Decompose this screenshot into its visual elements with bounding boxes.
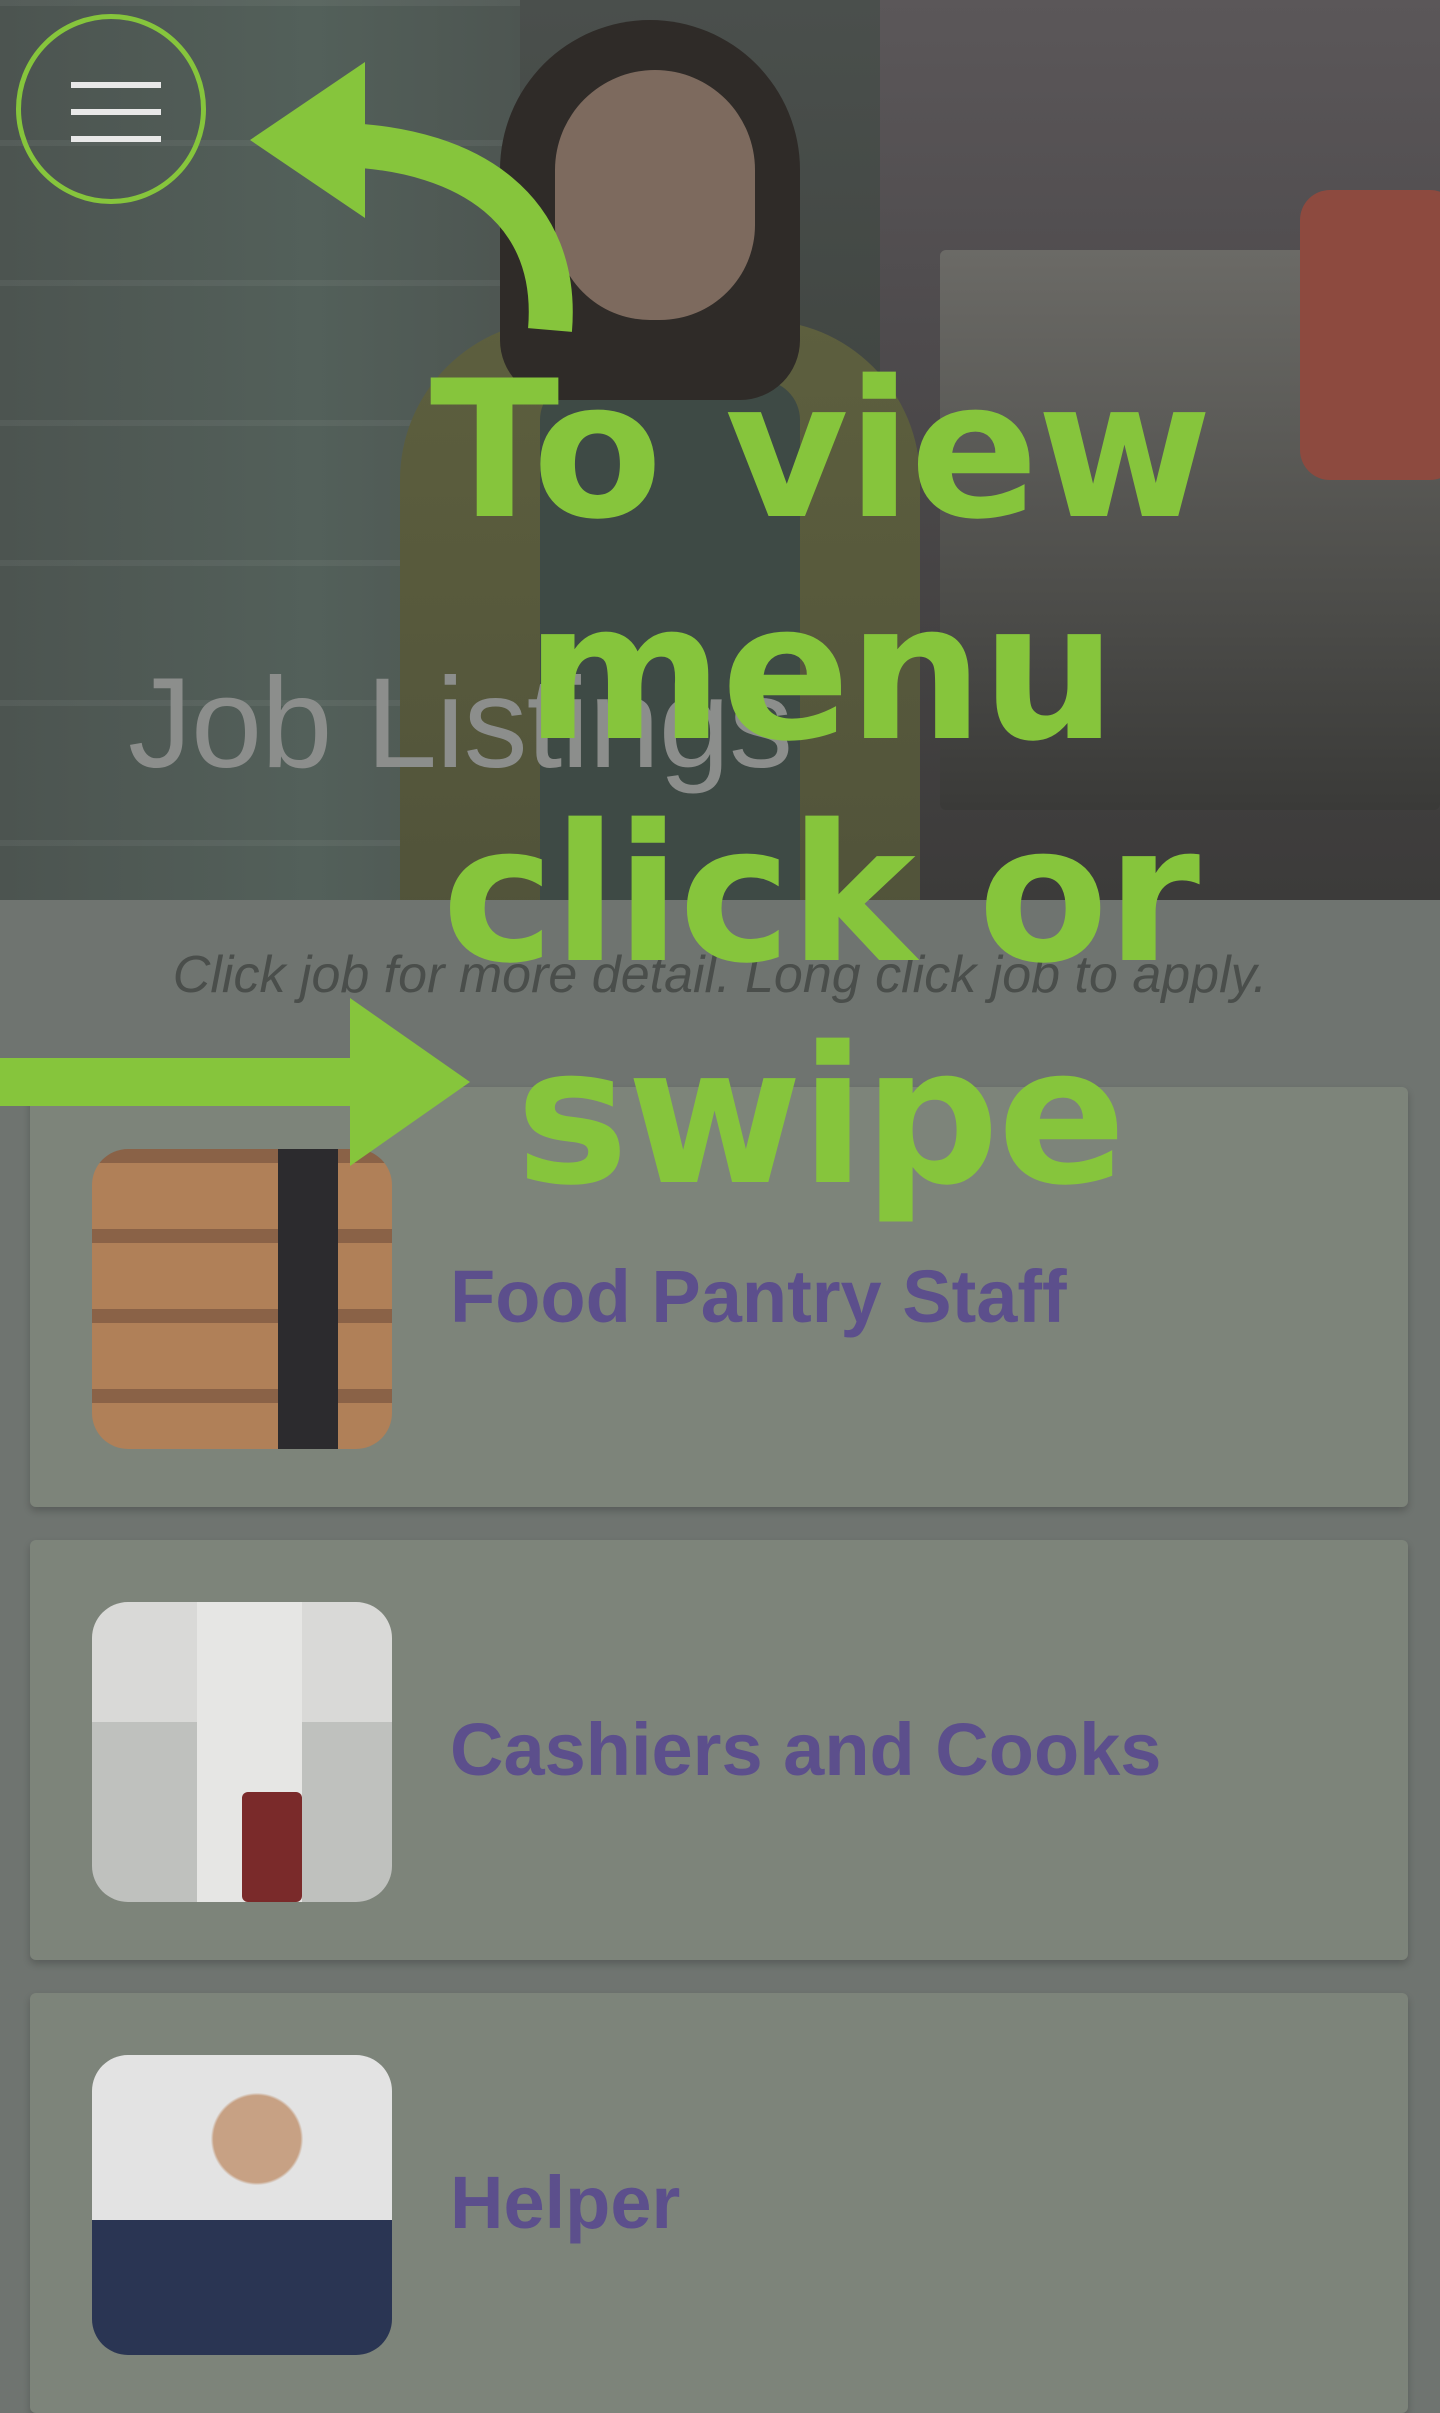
job-title: Helper [450,2161,681,2244]
cashier-photo [92,1602,392,1902]
hamburger-menu-icon [71,136,161,142]
hero-person-face [555,70,755,320]
page-title: Job Listings [128,652,793,795]
hero-red-appliance [1300,190,1440,480]
instructions-text: Click job for more detail. Long click jo… [172,946,1268,1004]
hamburger-menu-icon [71,82,161,88]
hamburger-menu-icon [71,109,161,115]
header-hero-image: Job Listings [0,0,1440,900]
job-card[interactable]: Cashiers and Cooks [30,1540,1408,1960]
job-title: Cashiers and Cooks [450,1708,1162,1791]
job-card[interactable]: Food Pantry Staff [30,1087,1408,1507]
job-title: Food Pantry Staff [450,1255,1067,1338]
helper-photo [92,2055,392,2355]
food-pantry-photo [92,1149,392,1449]
menu-button[interactable] [16,14,206,204]
job-card[interactable]: Helper [30,1993,1408,2413]
hero-person-apron [540,380,800,900]
